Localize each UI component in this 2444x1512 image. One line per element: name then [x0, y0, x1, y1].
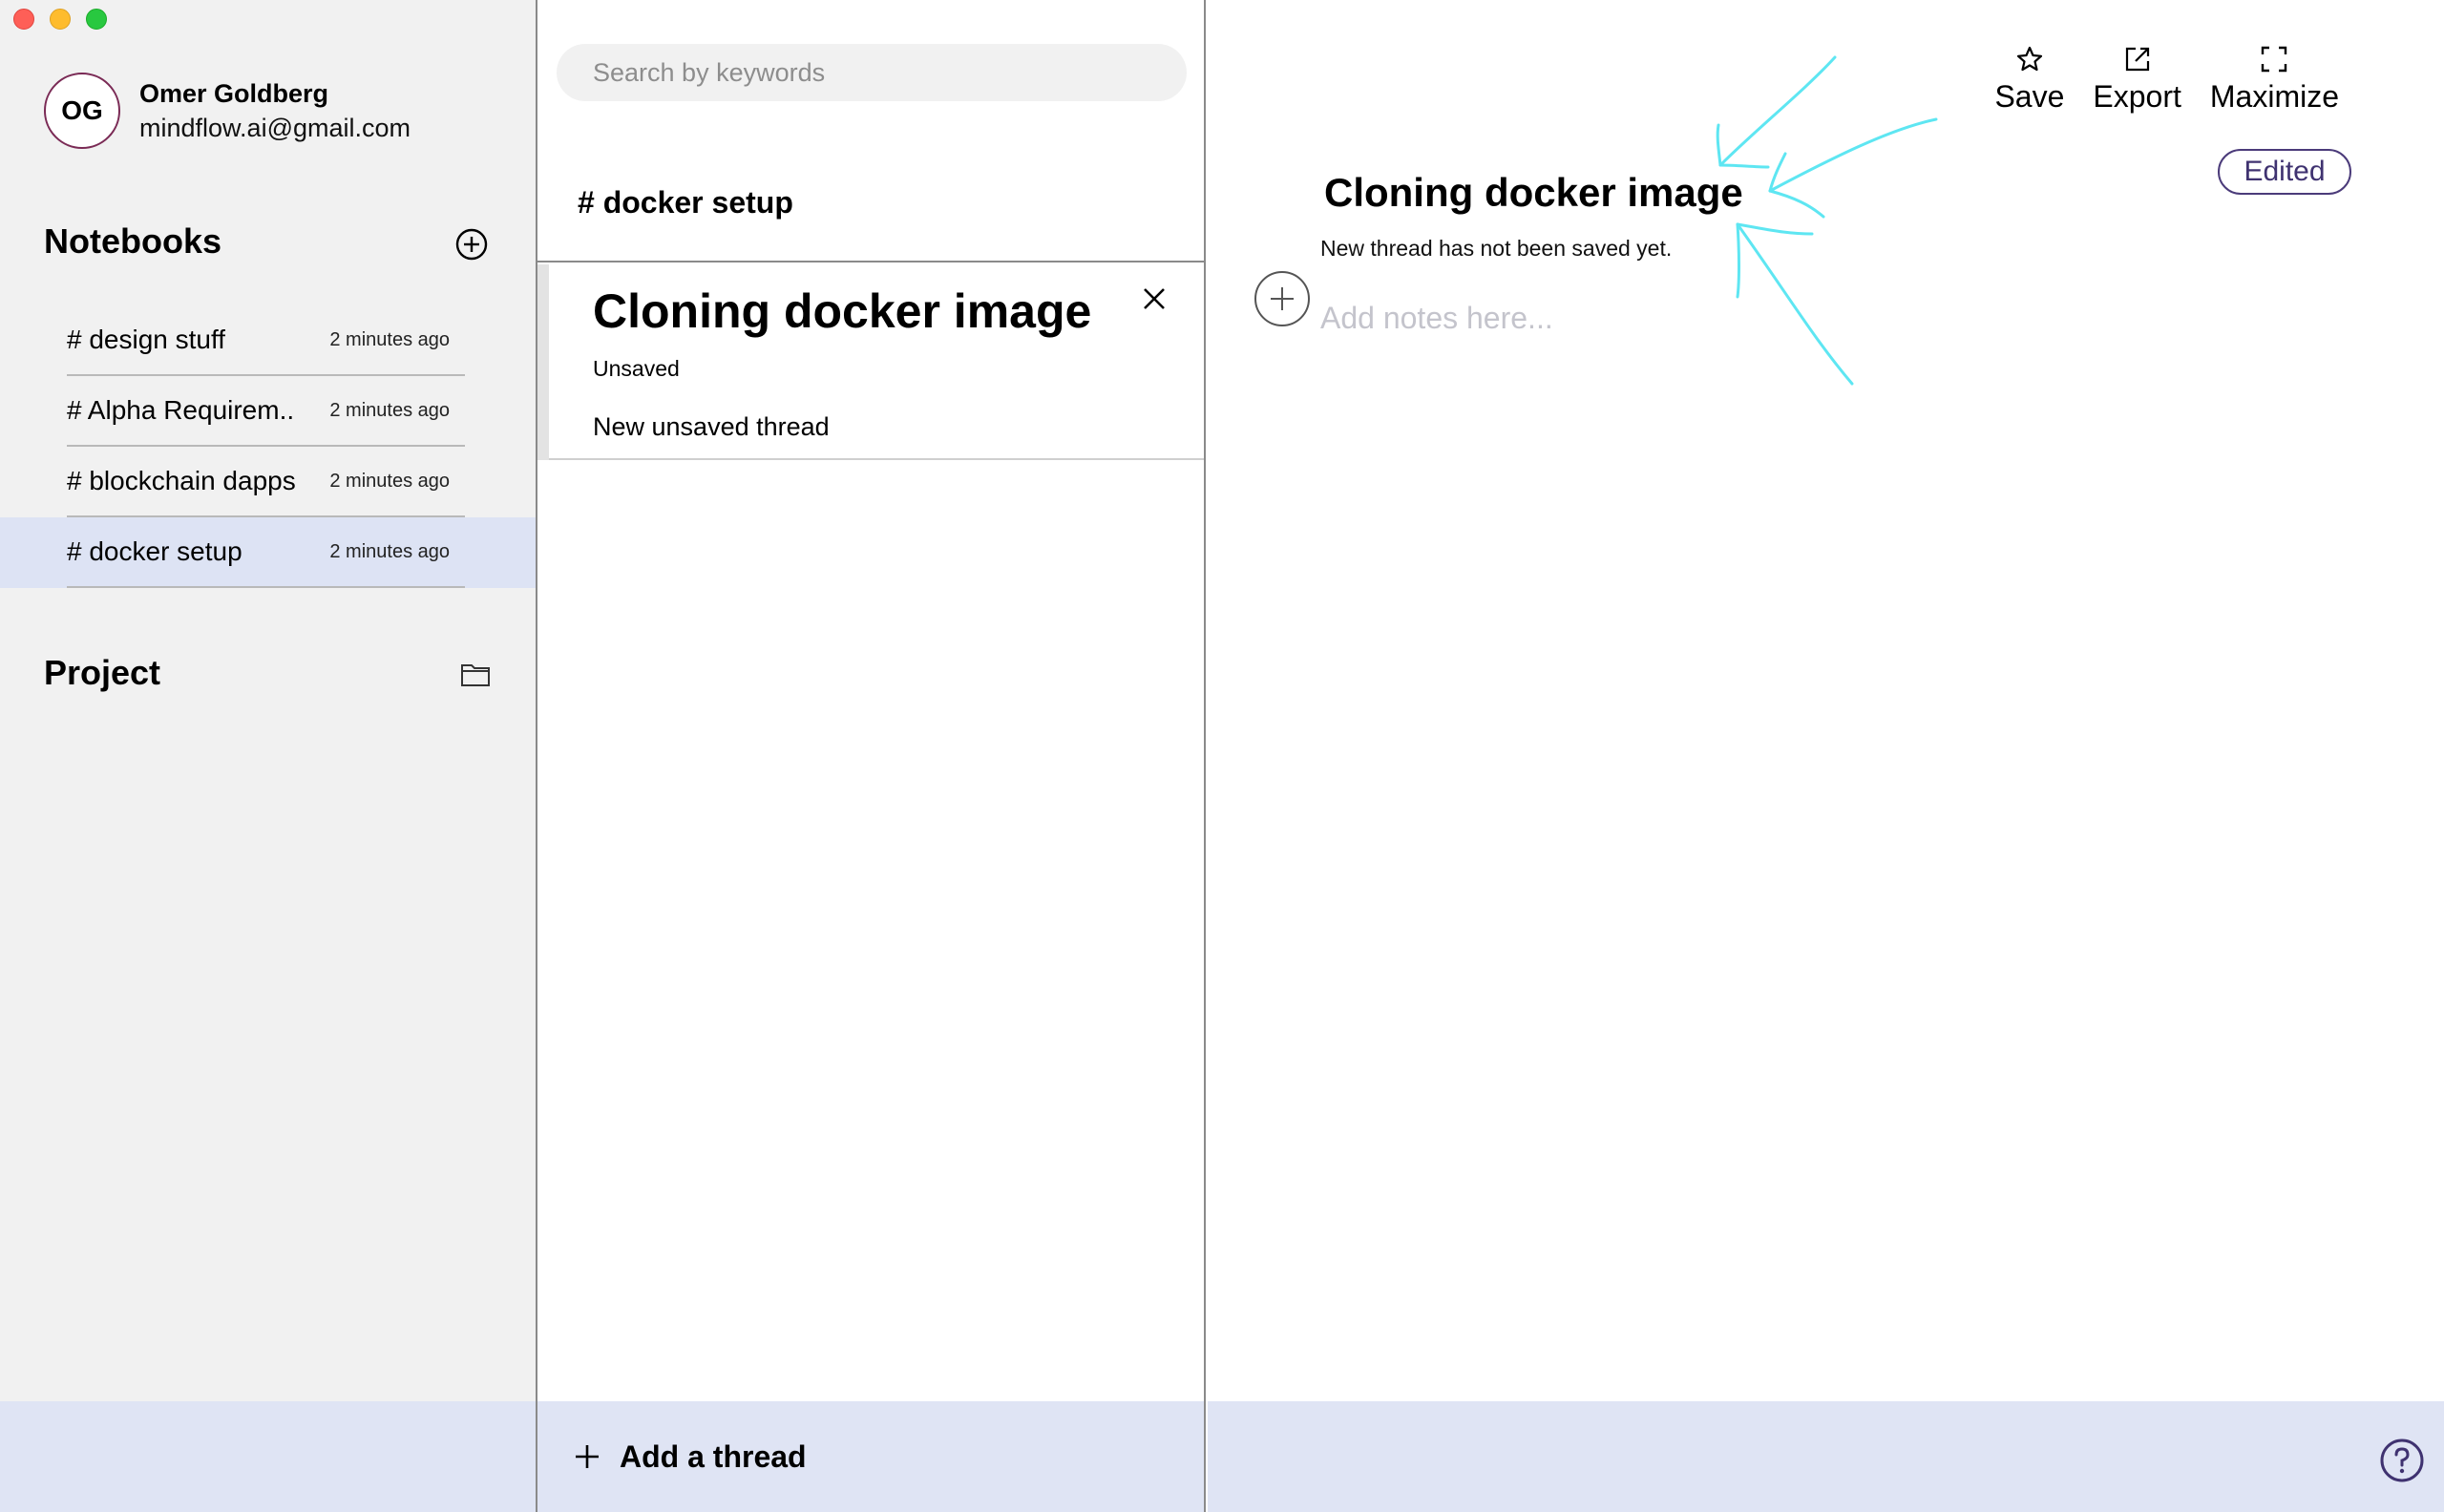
notebook-title: # docker setup	[578, 185, 793, 220]
add-notebook-button[interactable]	[454, 227, 489, 262]
external-link-icon	[2125, 47, 2149, 72]
notebook-label: # docker setup	[67, 536, 242, 566]
notebook-timestamp: 2 minutes ago	[329, 328, 450, 350]
window-controls	[13, 9, 107, 30]
save-label: Save	[1994, 79, 2065, 114]
avatar[interactable]: OG	[44, 73, 120, 149]
window-minimize-button[interactable]	[50, 9, 71, 30]
notebook-list: # design stuff 2 minutes ago # Alpha Req…	[0, 305, 536, 588]
open-project-button[interactable]	[458, 657, 493, 691]
thread-card[interactable]: Cloning docker image Unsaved New unsaved…	[537, 264, 1204, 460]
app-window: OG Omer Goldberg mindflow.ai@gmail.com N…	[0, 0, 2444, 1512]
user-email: mindflow.ai@gmail.com	[139, 114, 411, 142]
save-button[interactable]: Save	[1994, 40, 2064, 115]
folder-icon	[461, 664, 490, 686]
document-subtitle: New thread has not been saved yet.	[1320, 236, 1673, 261]
notebook-timestamp: 2 minutes ago	[329, 399, 450, 421]
notebooks-heading: Notebooks	[44, 221, 222, 261]
user-name: Omer Goldberg	[139, 79, 329, 108]
notebook-label: # blockchain dapps	[67, 466, 296, 495]
notebook-item-docker-setup[interactable]: # docker setup 2 minutes ago	[0, 517, 536, 588]
plus-circle-icon	[455, 228, 488, 261]
notebook-label: # design stuff	[67, 325, 226, 354]
close-thread-button[interactable]	[1139, 284, 1169, 314]
add-thread-label: Add a thread	[620, 1438, 807, 1474]
document-title[interactable]: Cloning docker image	[1324, 170, 1743, 216]
thread-status: Unsaved	[593, 356, 680, 381]
project-heading: Project	[44, 653, 161, 692]
user-info: Omer Goldberg mindflow.ai@gmail.com	[139, 76, 411, 145]
notebook-timestamp: 2 minutes ago	[329, 540, 450, 562]
divider	[537, 261, 1204, 262]
search-input[interactable]	[557, 44, 1187, 101]
thread-title: Cloning docker image	[593, 284, 1092, 338]
add-block-button[interactable]	[1254, 270, 1311, 327]
maximize-button[interactable]: Maximize	[2210, 40, 2339, 115]
notes-input[interactable]	[1320, 294, 1989, 342]
thread-description: New unsaved thread	[593, 412, 830, 441]
notebook-item-blockchain-dapps[interactable]: # blockchain dapps 2 minutes ago	[0, 447, 536, 517]
editor-toolbar: Save Export Maximize	[1994, 40, 2339, 115]
window-zoom-button[interactable]	[86, 9, 107, 30]
help-icon	[2380, 1438, 2424, 1482]
add-thread-button[interactable]: Add a thread	[574, 1439, 807, 1475]
plus-circle-icon	[1254, 271, 1310, 326]
window-close-button[interactable]	[13, 9, 34, 30]
status-badge: Edited	[2218, 149, 2351, 195]
star-icon	[2016, 46, 2043, 72]
help-button[interactable]	[2379, 1438, 2425, 1483]
user-profile[interactable]: OG Omer Goldberg mindflow.ai@gmail.com	[44, 73, 411, 149]
thread-list-footer: Add a thread	[537, 1401, 1204, 1512]
export-button[interactable]: Export	[2093, 40, 2181, 115]
export-label: Export	[2093, 79, 2181, 114]
sidebar: OG Omer Goldberg mindflow.ai@gmail.com N…	[0, 0, 537, 1512]
maximize-label: Maximize	[2209, 79, 2339, 114]
thread-list-panel: # docker setup Cloning docker image Unsa…	[537, 0, 1206, 1512]
notebook-item-alpha-requirements[interactable]: # Alpha Requirem.. 2 minutes ago	[0, 376, 536, 447]
notebook-item-design-stuff[interactable]: # design stuff 2 minutes ago	[0, 305, 536, 376]
maximize-icon	[2262, 46, 2287, 73]
close-icon	[1144, 288, 1165, 309]
plus-icon	[576, 1445, 599, 1468]
editor-footer	[1208, 1401, 2444, 1512]
notebook-label: # Alpha Requirem..	[67, 395, 295, 425]
notebook-timestamp: 2 minutes ago	[329, 470, 450, 492]
selection-indicator	[537, 264, 549, 460]
editor-panel: Save Export Maximize Edited Cloning dock…	[1208, 0, 2444, 1512]
sidebar-footer	[0, 1401, 536, 1512]
